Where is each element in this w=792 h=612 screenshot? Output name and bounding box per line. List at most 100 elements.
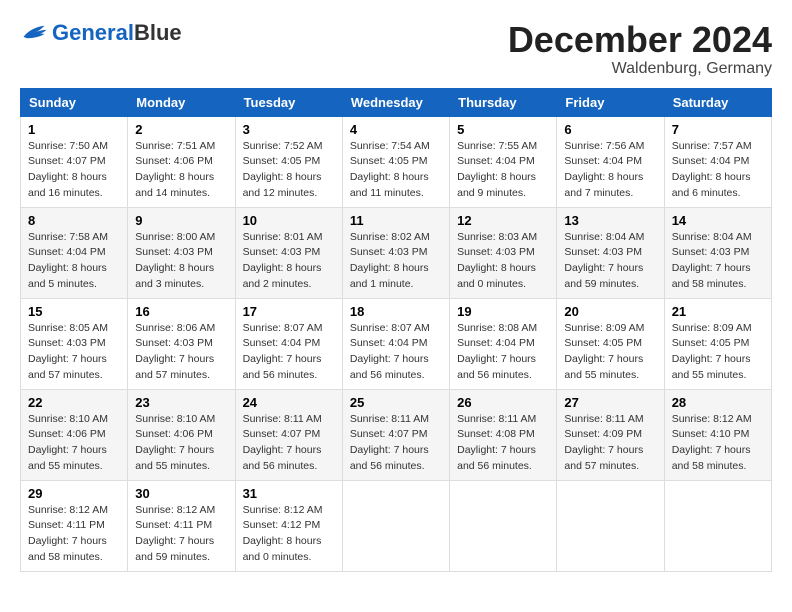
day-number: 27	[564, 395, 656, 410]
calendar-cell: 28 Sunrise: 8:12 AM Sunset: 4:10 PM Dayl…	[664, 389, 771, 480]
day-number: 21	[672, 304, 764, 319]
calendar-cell: 20 Sunrise: 8:09 AM Sunset: 4:05 PM Dayl…	[557, 298, 664, 389]
calendar-header-row: SundayMondayTuesdayWednesdayThursdayFrid…	[21, 88, 772, 116]
day-number: 17	[243, 304, 335, 319]
calendar-cell: 31 Sunrise: 8:12 AM Sunset: 4:12 PM Dayl…	[235, 480, 342, 571]
calendar-cell: 2 Sunrise: 7:51 AM Sunset: 4:06 PM Dayli…	[128, 116, 235, 207]
calendar-week-row: 29 Sunrise: 8:12 AM Sunset: 4:11 PM Dayl…	[21, 480, 772, 571]
day-number: 14	[672, 213, 764, 228]
day-info: Sunrise: 8:09 AM Sunset: 4:05 PM Dayligh…	[672, 321, 764, 384]
day-info: Sunrise: 7:58 AM Sunset: 4:04 PM Dayligh…	[28, 230, 120, 293]
day-info: Sunrise: 8:12 AM Sunset: 4:11 PM Dayligh…	[135, 503, 227, 566]
col-header-sunday: Sunday	[21, 88, 128, 116]
day-info: Sunrise: 8:07 AM Sunset: 4:04 PM Dayligh…	[243, 321, 335, 384]
day-number: 26	[457, 395, 549, 410]
day-number: 25	[350, 395, 442, 410]
day-number: 1	[28, 122, 120, 137]
logo-text: GeneralBlue	[52, 20, 182, 46]
day-info: Sunrise: 7:56 AM Sunset: 4:04 PM Dayligh…	[564, 139, 656, 202]
calendar-week-row: 1 Sunrise: 7:50 AM Sunset: 4:07 PM Dayli…	[21, 116, 772, 207]
calendar-cell: 14 Sunrise: 8:04 AM Sunset: 4:03 PM Dayl…	[664, 207, 771, 298]
day-number: 29	[28, 486, 120, 501]
calendar-cell: 4 Sunrise: 7:54 AM Sunset: 4:05 PM Dayli…	[342, 116, 449, 207]
col-header-saturday: Saturday	[664, 88, 771, 116]
calendar-week-row: 8 Sunrise: 7:58 AM Sunset: 4:04 PM Dayli…	[21, 207, 772, 298]
day-info: Sunrise: 8:00 AM Sunset: 4:03 PM Dayligh…	[135, 230, 227, 293]
day-number: 7	[672, 122, 764, 137]
col-header-friday: Friday	[557, 88, 664, 116]
calendar-week-row: 22 Sunrise: 8:10 AM Sunset: 4:06 PM Dayl…	[21, 389, 772, 480]
calendar-cell: 8 Sunrise: 7:58 AM Sunset: 4:04 PM Dayli…	[21, 207, 128, 298]
calendar-week-row: 15 Sunrise: 8:05 AM Sunset: 4:03 PM Dayl…	[21, 298, 772, 389]
calendar-cell: 9 Sunrise: 8:00 AM Sunset: 4:03 PM Dayli…	[128, 207, 235, 298]
day-info: Sunrise: 8:05 AM Sunset: 4:03 PM Dayligh…	[28, 321, 120, 384]
calendar-cell: 26 Sunrise: 8:11 AM Sunset: 4:08 PM Dayl…	[450, 389, 557, 480]
calendar-cell: 7 Sunrise: 7:57 AM Sunset: 4:04 PM Dayli…	[664, 116, 771, 207]
day-number: 8	[28, 213, 120, 228]
day-number: 24	[243, 395, 335, 410]
day-info: Sunrise: 7:55 AM Sunset: 4:04 PM Dayligh…	[457, 139, 549, 202]
day-number: 4	[350, 122, 442, 137]
day-info: Sunrise: 8:03 AM Sunset: 4:03 PM Dayligh…	[457, 230, 549, 293]
day-number: 18	[350, 304, 442, 319]
day-info: Sunrise: 8:12 AM Sunset: 4:10 PM Dayligh…	[672, 412, 764, 475]
calendar-cell: 21 Sunrise: 8:09 AM Sunset: 4:05 PM Dayl…	[664, 298, 771, 389]
calendar-cell	[450, 480, 557, 571]
day-number: 19	[457, 304, 549, 319]
calendar-cell: 3 Sunrise: 7:52 AM Sunset: 4:05 PM Dayli…	[235, 116, 342, 207]
day-number: 22	[28, 395, 120, 410]
day-info: Sunrise: 8:04 AM Sunset: 4:03 PM Dayligh…	[564, 230, 656, 293]
calendar-cell: 6 Sunrise: 7:56 AM Sunset: 4:04 PM Dayli…	[557, 116, 664, 207]
day-info: Sunrise: 8:10 AM Sunset: 4:06 PM Dayligh…	[28, 412, 120, 475]
day-info: Sunrise: 8:11 AM Sunset: 4:08 PM Dayligh…	[457, 412, 549, 475]
calendar-cell: 10 Sunrise: 8:01 AM Sunset: 4:03 PM Dayl…	[235, 207, 342, 298]
title-block: December 2024 Waldenburg, Germany	[508, 20, 772, 78]
calendar-cell: 11 Sunrise: 8:02 AM Sunset: 4:03 PM Dayl…	[342, 207, 449, 298]
day-info: Sunrise: 8:11 AM Sunset: 4:07 PM Dayligh…	[243, 412, 335, 475]
calendar-cell: 24 Sunrise: 8:11 AM Sunset: 4:07 PM Dayl…	[235, 389, 342, 480]
day-info: Sunrise: 7:52 AM Sunset: 4:05 PM Dayligh…	[243, 139, 335, 202]
day-info: Sunrise: 8:12 AM Sunset: 4:11 PM Dayligh…	[28, 503, 120, 566]
page-header: GeneralBlue December 2024 Waldenburg, Ge…	[20, 20, 772, 78]
day-info: Sunrise: 8:11 AM Sunset: 4:07 PM Dayligh…	[350, 412, 442, 475]
day-number: 15	[28, 304, 120, 319]
calendar-cell	[342, 480, 449, 571]
day-number: 31	[243, 486, 335, 501]
calendar-cell: 13 Sunrise: 8:04 AM Sunset: 4:03 PM Dayl…	[557, 207, 664, 298]
day-info: Sunrise: 7:51 AM Sunset: 4:06 PM Dayligh…	[135, 139, 227, 202]
location: Waldenburg, Germany	[508, 60, 772, 78]
calendar-cell: 25 Sunrise: 8:11 AM Sunset: 4:07 PM Dayl…	[342, 389, 449, 480]
day-info: Sunrise: 8:07 AM Sunset: 4:04 PM Dayligh…	[350, 321, 442, 384]
day-info: Sunrise: 8:04 AM Sunset: 4:03 PM Dayligh…	[672, 230, 764, 293]
calendar-cell: 29 Sunrise: 8:12 AM Sunset: 4:11 PM Dayl…	[21, 480, 128, 571]
day-info: Sunrise: 8:06 AM Sunset: 4:03 PM Dayligh…	[135, 321, 227, 384]
day-number: 20	[564, 304, 656, 319]
day-number: 9	[135, 213, 227, 228]
day-info: Sunrise: 8:02 AM Sunset: 4:03 PM Dayligh…	[350, 230, 442, 293]
col-header-thursday: Thursday	[450, 88, 557, 116]
day-info: Sunrise: 8:08 AM Sunset: 4:04 PM Dayligh…	[457, 321, 549, 384]
calendar-cell: 5 Sunrise: 7:55 AM Sunset: 4:04 PM Dayli…	[450, 116, 557, 207]
col-header-tuesday: Tuesday	[235, 88, 342, 116]
day-info: Sunrise: 7:54 AM Sunset: 4:05 PM Dayligh…	[350, 139, 442, 202]
calendar-cell: 19 Sunrise: 8:08 AM Sunset: 4:04 PM Dayl…	[450, 298, 557, 389]
logo-bird-icon	[20, 24, 48, 42]
day-number: 30	[135, 486, 227, 501]
day-number: 12	[457, 213, 549, 228]
day-number: 11	[350, 213, 442, 228]
calendar-cell: 17 Sunrise: 8:07 AM Sunset: 4:04 PM Dayl…	[235, 298, 342, 389]
calendar-cell: 18 Sunrise: 8:07 AM Sunset: 4:04 PM Dayl…	[342, 298, 449, 389]
day-number: 23	[135, 395, 227, 410]
day-number: 3	[243, 122, 335, 137]
calendar-cell	[557, 480, 664, 571]
col-header-monday: Monday	[128, 88, 235, 116]
calendar-cell: 27 Sunrise: 8:11 AM Sunset: 4:09 PM Dayl…	[557, 389, 664, 480]
day-number: 13	[564, 213, 656, 228]
calendar-cell: 1 Sunrise: 7:50 AM Sunset: 4:07 PM Dayli…	[21, 116, 128, 207]
calendar-table: SundayMondayTuesdayWednesdayThursdayFrid…	[20, 88, 772, 572]
day-info: Sunrise: 8:09 AM Sunset: 4:05 PM Dayligh…	[564, 321, 656, 384]
col-header-wednesday: Wednesday	[342, 88, 449, 116]
day-info: Sunrise: 8:12 AM Sunset: 4:12 PM Dayligh…	[243, 503, 335, 566]
day-number: 16	[135, 304, 227, 319]
day-number: 2	[135, 122, 227, 137]
